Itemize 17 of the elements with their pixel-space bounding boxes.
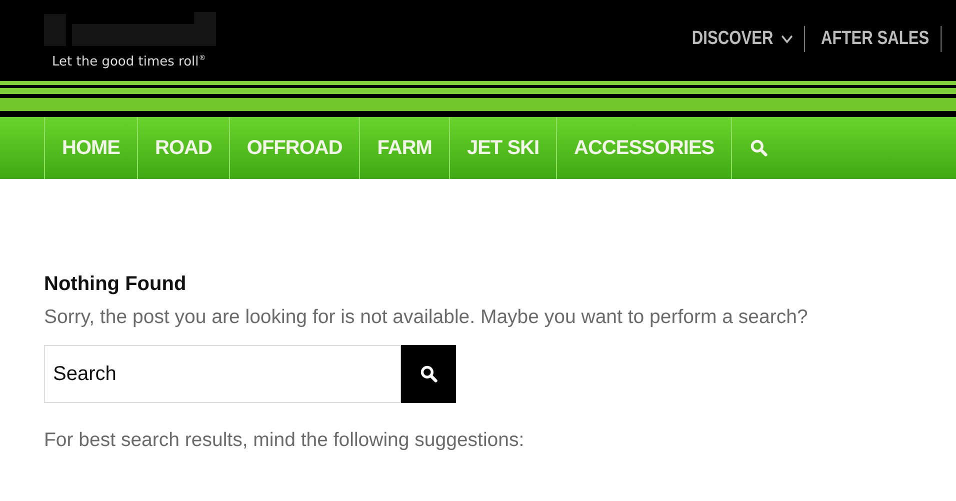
suggestions-text: For best search results, mind the following suggestions: (44, 429, 526, 452)
search-icon (420, 365, 438, 383)
nav-item[interactable]: OFFROAD (228, 117, 360, 179)
top-nav-link[interactable]: AFTER SALES (810, 26, 942, 52)
chevron-down-icon (781, 34, 793, 44)
nav-item[interactable]: FARM (359, 117, 449, 179)
nav-item[interactable]: ACCESSORIES (556, 117, 732, 179)
top-nav-link[interactable]: DISCOVER (680, 26, 806, 52)
page-title: Nothing Found (44, 273, 188, 296)
search-field[interactable]: Search (44, 345, 401, 403)
tagline: Let the good times roll$^{®}$ (51, 54, 207, 70)
nav-item[interactable]: HOME (44, 117, 137, 179)
nav-item[interactable]: ROAD (137, 117, 229, 179)
search-submit-button[interactable] (401, 345, 456, 403)
search-icon (750, 139, 768, 157)
nav-item[interactable]: JET SKI (448, 117, 556, 179)
message-text: Sorry, the post you are looking for is not available. Maybe you want to perform a search? (44, 306, 809, 329)
